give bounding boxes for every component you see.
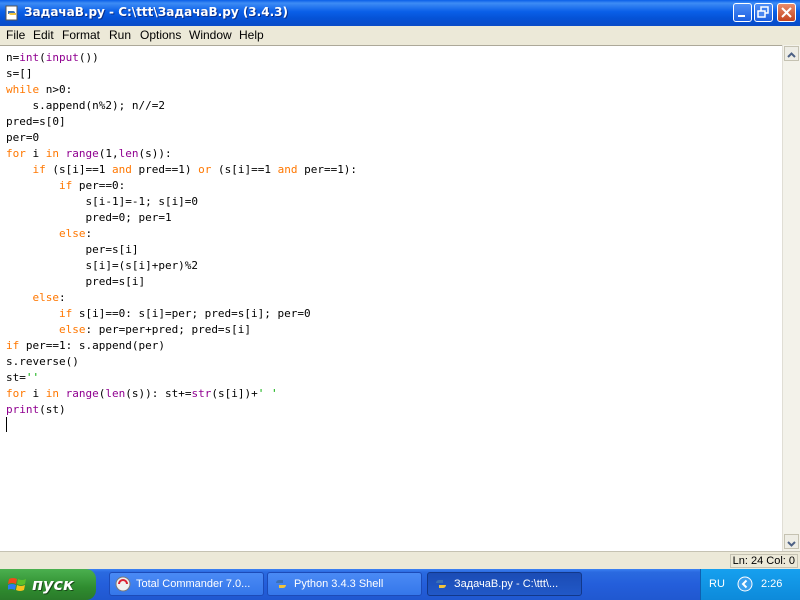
window-title: ЗадачаВ.py - C:\ttt\ЗадачаВ.py (3.4.3): [24, 5, 288, 19]
taskbar-item-label: Python 3.4.3 Shell: [294, 578, 384, 590]
start-label: пуск: [32, 575, 74, 594]
start-button[interactable]: пуск: [0, 569, 96, 600]
menu-options[interactable]: Options: [140, 28, 181, 42]
scroll-up-button[interactable]: [784, 46, 799, 61]
vertical-scrollbar[interactable]: [782, 45, 800, 551]
clock[interactable]: 2:26: [761, 578, 782, 590]
cursor-position: Ln: 24 Col: 0: [729, 554, 798, 568]
taskbar-item-python-shell[interactable]: Python 3.4.3 Shell: [267, 572, 422, 596]
python-icon: [276, 580, 286, 588]
code-text[interactable]: n=int(input()) s=[] while n>0: s.append(…: [6, 50, 357, 418]
status-bar: Ln: 24 Col: 0: [0, 551, 800, 569]
menu-window[interactable]: Window: [189, 28, 232, 42]
windows-logo-icon: [8, 578, 26, 591]
code-editor[interactable]: n=int(input()) s=[] while n>0: s.append(…: [0, 45, 782, 552]
scroll-down-button[interactable]: [784, 534, 799, 549]
language-indicator[interactable]: RU: [709, 578, 725, 590]
menu-edit[interactable]: Edit: [33, 28, 54, 42]
menu-run[interactable]: Run: [109, 28, 131, 42]
menu-help[interactable]: Help: [239, 28, 264, 42]
taskbar-item-editor[interactable]: ЗадачаВ.py - C:\ttt\...: [427, 572, 582, 596]
chevron-left-icon[interactable]: [737, 576, 753, 592]
menu-format[interactable]: Format: [62, 28, 100, 42]
taskbar-item-label: Total Commander 7.0...: [136, 578, 251, 590]
title-bar[interactable]: ЗадачаВ.py - C:\ttt\ЗадачаВ.py (3.4.3): [0, 0, 800, 26]
taskbar-item-total-commander[interactable]: Total Commander 7.0...: [109, 572, 264, 596]
taskbar-item-label: ЗадачаВ.py - C:\ttt\...: [454, 578, 559, 590]
python-file-icon: [5, 5, 18, 21]
maximize-button[interactable]: [754, 3, 773, 22]
minimize-button[interactable]: [733, 3, 752, 22]
text-cursor: [6, 417, 7, 432]
taskbar: пуск Total Commander 7.0... Python 3.4.3…: [0, 569, 800, 600]
menu-file[interactable]: File: [6, 28, 25, 42]
system-tray: RU 2:26: [700, 569, 800, 600]
menu-bar: File Edit Format Run Options Window Help: [0, 26, 800, 44]
total-commander-icon: [115, 576, 131, 592]
close-button[interactable]: [777, 3, 796, 22]
python-icon: [436, 580, 446, 588]
